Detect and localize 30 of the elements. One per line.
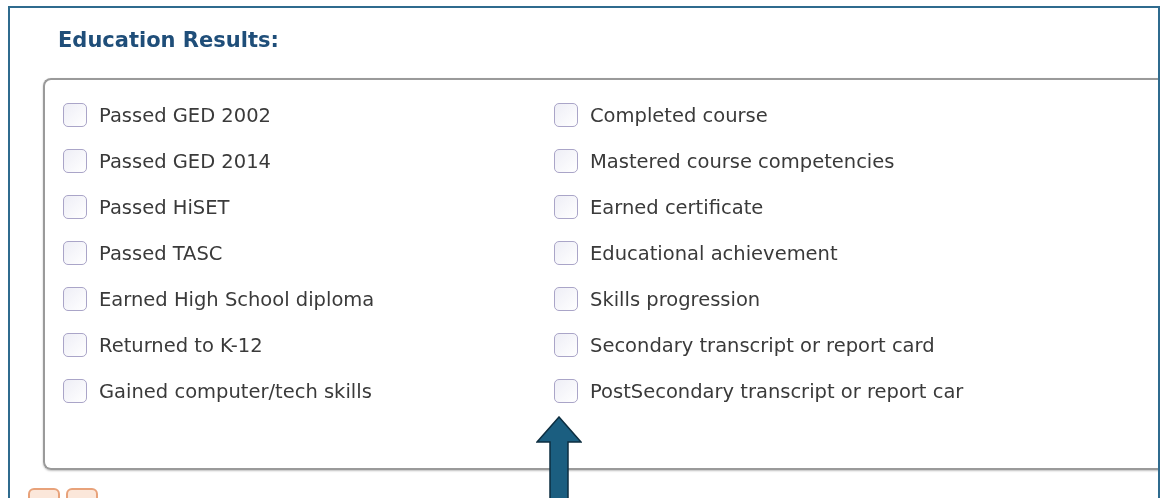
- checkbox-label: Passed TASC: [99, 241, 223, 265]
- checkbox[interactable]: [63, 287, 87, 311]
- checkbox-label: Gained computer/tech skills: [99, 379, 372, 403]
- arrow-icon: [536, 416, 582, 498]
- checkbox-label: Earned certificate: [590, 195, 764, 219]
- checkbox[interactable]: [554, 379, 578, 403]
- checkbox[interactable]: [554, 149, 578, 173]
- section-title: Education Results:: [58, 28, 280, 54]
- checkbox[interactable]: [554, 103, 578, 127]
- checkbox-label: Completed course: [590, 103, 768, 127]
- checkbox[interactable]: [554, 287, 578, 311]
- checkbox-label: PostSecondary transcript or report car: [590, 379, 964, 403]
- checkbox[interactable]: [63, 333, 87, 357]
- checkbox-label: Mastered course competencies: [590, 149, 895, 173]
- checkbox-label: Secondary transcript or report card: [590, 333, 935, 357]
- checkbox-label: Passed HiSET: [99, 195, 230, 219]
- checkbox-label: Educational achievement: [590, 241, 838, 265]
- checkbox-label: Passed GED 2014: [99, 149, 271, 173]
- checkbox[interactable]: [63, 149, 87, 173]
- checkbox-label: Earned High School diploma: [99, 287, 375, 311]
- checkbox[interactable]: [63, 241, 87, 265]
- checkbox[interactable]: [63, 195, 87, 219]
- checkbox[interactable]: [554, 241, 578, 265]
- checkbox[interactable]: [63, 103, 87, 127]
- checkbox[interactable]: [554, 333, 578, 357]
- checkbox[interactable]: [554, 195, 578, 219]
- checkbox-label: Returned to K-12: [99, 333, 263, 357]
- checkbox-label: Passed GED 2002: [99, 103, 271, 127]
- checkbox[interactable]: [63, 379, 87, 403]
- checkbox-label: Skills progression: [590, 287, 761, 311]
